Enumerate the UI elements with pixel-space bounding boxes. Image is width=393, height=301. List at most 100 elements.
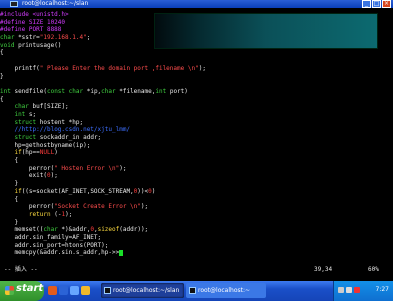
terminal-icon <box>10 1 18 7</box>
code-token: hp=gethostbyname(ip); <box>0 141 91 149</box>
system-tray: 7:27 <box>333 281 393 301</box>
maximize-button[interactable]: □ <box>372 0 381 8</box>
code-token: hostent *hp; <box>36 118 84 126</box>
code-token: " Please Enter the domain port ,filename… <box>39 64 199 72</box>
close-button[interactable]: × <box>382 0 391 8</box>
code-token: ); <box>119 164 127 172</box>
code-line: { <box>0 157 393 165</box>
insert-mode-indicator: -- 插入 -- <box>4 266 38 273</box>
code-line: { <box>0 196 393 204</box>
code-line: if(hp==NULL) <box>0 149 393 157</box>
vim-status-line: -- 插入 -- 39,34 60% <box>0 266 393 274</box>
code-token: ) <box>151 187 156 195</box>
code-line: { <box>0 49 393 57</box>
code-token: void <box>0 41 15 49</box>
taskbar-item-slan-terminal[interactable]: root@localhost:~/slan <box>101 283 184 298</box>
code-token: { <box>0 95 4 103</box>
code-token: char <box>14 103 29 111</box>
code-token: sizeof <box>97 226 120 234</box>
code-line: #include <unistd.h> <box>0 11 393 19</box>
code-token: char <box>43 226 58 234</box>
code-token: port) <box>166 87 188 95</box>
code-token: int <box>0 87 11 95</box>
code-line: #define SIZE 10240 <box>0 19 393 27</box>
code-line: perror("Socket Create Error \n"); <box>0 203 393 211</box>
code-token: ); <box>50 172 58 180</box>
start-label: start <box>16 283 44 294</box>
cursor-position: 39,34 <box>314 266 333 273</box>
file-percent: 60% <box>368 266 379 273</box>
task-label: root@localhost:~ <box>198 287 251 294</box>
windows-logo-icon <box>5 286 14 295</box>
code-token: if <box>14 187 22 195</box>
code-line: #define PORT 8888 <box>0 26 393 34</box>
security-icon[interactable] <box>354 287 360 293</box>
code-token: *)&addr, <box>57 226 91 234</box>
minimize-button[interactable]: _ <box>362 0 371 8</box>
code-token: printf( <box>0 64 40 72</box>
code-line: //http://blog.csdn.net/xjtu_lmm/ <box>0 126 393 134</box>
code-token: #define PORT 8888 <box>0 26 62 34</box>
firefox-icon[interactable] <box>48 286 57 295</box>
code-token: *ip, <box>83 87 102 95</box>
code-line: exit(0); <box>0 172 393 180</box>
code-token: ))< <box>137 187 149 195</box>
code-line: { <box>0 96 393 104</box>
code-token: #include <unistd.h> <box>0 11 69 18</box>
network-icon[interactable] <box>338 287 344 293</box>
code-token: int <box>14 110 26 118</box>
code-token: } <box>0 180 19 188</box>
code-line: } <box>0 180 393 188</box>
code-token: perror( <box>0 164 55 172</box>
code-line: addr.sin_family=AF_INET; <box>0 234 393 242</box>
code-token: { <box>0 195 19 203</box>
code-token: ((s=socket(AF_INET,SOCK_STREAM, <box>21 187 134 195</box>
code-token: { <box>0 49 4 57</box>
window-controls: _ □ × <box>362 0 391 8</box>
volume-icon[interactable] <box>346 287 352 293</box>
code-line: char *sstr="192.168.1.4"; <box>0 34 393 42</box>
code-token: printusage() <box>14 41 62 49</box>
code-token: sockaddr_in addr; <box>36 134 102 141</box>
ie-icon[interactable] <box>59 286 68 295</box>
code-token: *filename, <box>115 87 156 95</box>
code-line: int sendfile(const char *ip,char *filena… <box>0 88 393 96</box>
show-desktop-icon[interactable] <box>70 286 79 295</box>
code-token: buf[SIZE]; <box>28 103 69 111</box>
code-line: addr.sin_port=htons(PORT); <box>0 242 393 250</box>
clock: 7:27 <box>375 286 389 293</box>
terminal-title-bar: root@localhost:~/slan _ □ × <box>0 0 393 8</box>
code-line: } <box>0 73 393 81</box>
terminal-icon <box>189 287 196 294</box>
code-line: printf(" Please Enter the domain port ,f… <box>0 65 393 73</box>
terminal-icon <box>104 287 111 294</box>
folder-icon[interactable] <box>81 286 90 295</box>
taskbar-item-home-terminal[interactable]: root@localhost:~ <box>186 283 266 298</box>
code-line: char buf[SIZE]; <box>0 103 393 111</box>
code-token: "Socket Create Error \n" <box>54 203 141 211</box>
code-line: struct hostent *hp; <box>0 119 393 127</box>
editor-buffer[interactable]: #include <unistd.h> #define SIZE 10240 #de… <box>0 11 393 257</box>
quick-launch <box>48 286 90 295</box>
code-token: //http://blog.csdn.net/xjtu_lmm/ <box>14 126 131 134</box>
taskbar: start root@localhost:~/slan root@localho… <box>0 281 393 301</box>
code-token: } <box>0 72 4 80</box>
code-token: perror( <box>0 203 55 211</box>
code-token: } <box>0 218 19 226</box>
text-cursor <box>119 249 124 256</box>
code-line: memset((char *)&addr,0,sizeof(addr)); <box>0 226 393 234</box>
code-token: memset(( <box>0 226 44 234</box>
window-title: root@localhost:~/slan <box>22 0 89 7</box>
code-line: hp=gethostbyname(ip); <box>0 142 393 150</box>
code-token: char <box>68 87 84 95</box>
code-token: int <box>155 87 167 95</box>
code-token: ); <box>140 203 149 211</box>
code-token: addr.sin_family=AF_INET; <box>0 233 102 241</box>
code-token: ; <box>86 34 91 42</box>
code-token: ); <box>198 64 206 72</box>
code-token: sendfile( <box>10 87 47 95</box>
start-button[interactable]: start <box>0 281 44 301</box>
